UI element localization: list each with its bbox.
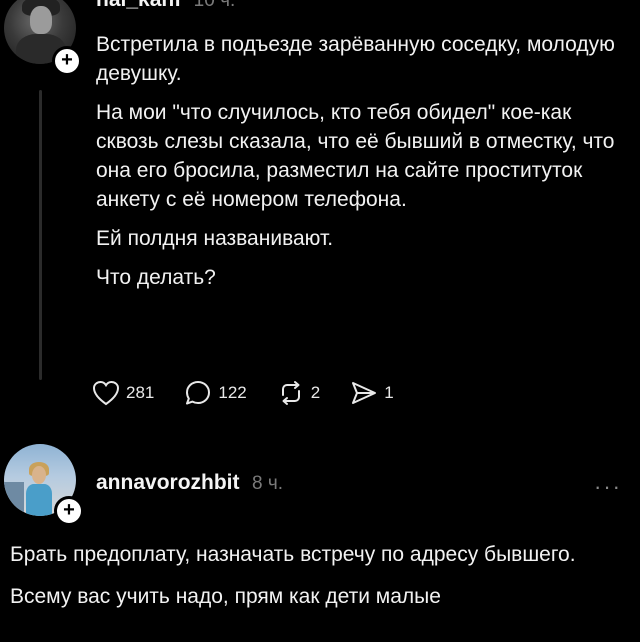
post-paragraph: Ей полдня названивают. (96, 227, 334, 250)
threads-screen: + nal_kanf 10 ч. Встретила в подъезде за… (0, 0, 640, 642)
post-paragraph: Что делать? (96, 266, 216, 289)
comment-button[interactable]: 122 (184, 379, 247, 407)
post-paragraph: Всему вас учить надо, прям как дети малы… (10, 585, 441, 608)
comment-count: 122 (218, 383, 247, 402)
avatar-background (4, 482, 24, 516)
post-paragraph: Встретила в подъезде зарёванную соседку,… (96, 33, 615, 85)
repost-button[interactable]: 2 (277, 380, 320, 406)
post-2: + annavorozhbit 8 ч. ··· Брать предоплат… (0, 440, 640, 642)
timestamp: 8 ч. (251, 473, 283, 494)
share-icon (352, 382, 377, 404)
share-count: 1 (384, 383, 394, 402)
post-text: Брать предоплату, назначать встречу по а… (10, 538, 635, 622)
avatar-face (32, 466, 46, 484)
post-actions: 281 122 2 1 (92, 379, 424, 407)
share-button[interactable]: 1 (350, 380, 394, 406)
post-paragraph: На мои "что случилось, кто тебя обидел" … (96, 101, 615, 211)
more-icon[interactable]: ··· (594, 474, 622, 500)
follow-plus-icon[interactable]: + (54, 496, 84, 526)
username[interactable]: annavorozhbit (96, 471, 240, 494)
repost-count: 2 (310, 383, 321, 402)
avatar-face (30, 6, 52, 34)
like-count: 281 (126, 383, 155, 402)
like-button[interactable]: 281 (92, 380, 154, 406)
post-header: annavorozhbit 8 ч. (96, 471, 283, 495)
follow-plus-icon[interactable]: + (52, 46, 82, 76)
post-paragraph: Брать предоплату, назначать встречу по а… (10, 543, 576, 566)
comment-icon (186, 381, 211, 405)
heart-icon (92, 380, 120, 406)
post-1: + nal_kanf 10 ч. Встретила в подъезде за… (0, 0, 640, 430)
post-header: nal_kanf 10 ч. (96, 0, 235, 12)
post-text: Встретила в подъезде зарёванную соседку,… (96, 30, 636, 302)
timestamp: 10 ч. (193, 0, 236, 11)
username[interactable]: nal_kanf (96, 0, 181, 11)
repost-icon (281, 381, 300, 405)
avatar-body (26, 484, 52, 516)
thread-line (39, 90, 42, 380)
